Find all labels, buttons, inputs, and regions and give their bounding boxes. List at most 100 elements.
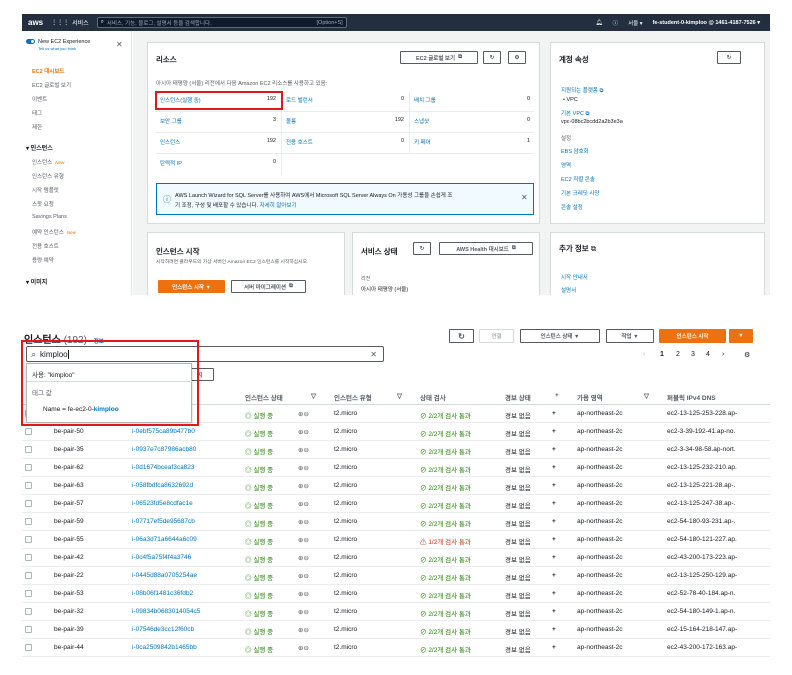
sidebar-item-dedicated-hosts[interactable]: 전용 호스트 — [32, 242, 59, 250]
sidebar-item-instance-types[interactable]: 인스턴스 유형 — [32, 172, 64, 180]
resource-name[interactable]: 탄력적 IP — [160, 159, 182, 167]
add-alarm-icon[interactable]: + — [552, 482, 556, 489]
aws-logo[interactable]: aws — [28, 18, 43, 27]
table-settings-icon[interactable]: ⚙ — [744, 351, 750, 359]
new-experience-toggle[interactable] — [26, 39, 35, 44]
ebs-encryption-link[interactable]: EBS 암호화 — [561, 147, 589, 155]
table-row[interactable]: be-pair-32 i-09834b0683014054c5 ◎ 실행 중 ⊕⊖ t2… — [22, 603, 770, 621]
add-alarm-icon[interactable]: + — [552, 644, 556, 651]
console-settings-link[interactable]: 콘솔 설정 — [561, 203, 583, 211]
col-alarm-status[interactable]: 경보 상태 — [505, 392, 531, 402]
zoom-icons[interactable]: ⊕⊖ — [298, 554, 309, 562]
pager-next-icon[interactable]: › — [722, 351, 724, 358]
sidebar-item-dashboard[interactable]: EC2 대시보드 — [32, 67, 64, 75]
pager-page-2[interactable]: 2 — [676, 351, 680, 358]
plus-icon[interactable]: + — [555, 392, 559, 399]
zoom-icons[interactable]: ⊕⊖ — [298, 410, 309, 418]
pager-page-3[interactable]: 3 — [691, 351, 695, 358]
table-row[interactable]: be-pair-35 i-0937e7c87986acb80 ◎ 실행 중 ⊕⊖ t2.… — [22, 441, 770, 459]
row-checkbox[interactable] — [25, 518, 32, 525]
row-checkbox[interactable] — [25, 482, 32, 489]
refresh-button[interactable]: ↻ — [483, 51, 501, 64]
zoom-icons[interactable]: ⊕⊖ — [298, 482, 309, 490]
sidebar-item-savings-plans[interactable]: Savings Plans — [32, 214, 67, 220]
add-alarm-icon[interactable]: + — [552, 536, 556, 543]
row-checkbox[interactable] — [25, 626, 32, 633]
instance-id-link[interactable]: i-0d1674bceaf3ca823 — [132, 464, 195, 471]
resource-name[interactable]: 키 페어 — [414, 138, 431, 146]
zones-link[interactable]: 영역 — [561, 161, 571, 169]
table-row[interactable]: be-pair-44 i-0ca2509842b1465bb ◎ 실행 중 ⊕⊖ t2.… — [22, 639, 770, 657]
sidebar-item-global-view[interactable]: EC2 글로벌 보기 — [32, 81, 71, 89]
zoom-icons[interactable]: ⊕⊖ — [298, 428, 309, 436]
sort-icon[interactable]: ▽ — [644, 392, 649, 400]
add-alarm-icon[interactable]: + — [552, 428, 556, 435]
zoom-icons[interactable]: ⊕⊖ — [298, 572, 309, 580]
serial-console-link[interactable]: EC2 직렬 콘솔 — [561, 175, 595, 183]
close-banner-icon[interactable]: ✕ — [521, 193, 528, 202]
resource-name[interactable]: 로드 밸런서 — [286, 96, 313, 104]
resource-dedicated-hosts[interactable]: 전용 호스트 0 — [282, 135, 408, 151]
zoom-icons[interactable]: ⊕⊖ — [298, 500, 309, 508]
zoom-icons[interactable]: ⊕⊖ — [298, 464, 309, 472]
table-row[interactable]: be-pair-62 i-0d1674bceaf3ca823 ◎ 실행 중 ⊕⊖ t2.… — [22, 459, 770, 477]
table-row[interactable]: be-pair-63 i-058fbdfca8632692d ◎ 실행 중 ⊕⊖ t2.… — [22, 477, 770, 495]
add-alarm-icon[interactable]: + — [552, 608, 556, 615]
row-checkbox[interactable] — [25, 590, 32, 597]
documentation-link[interactable]: 설명서 — [561, 286, 576, 294]
clear-search-icon[interactable]: ✕ — [370, 350, 377, 359]
instance-id-link[interactable]: i-06a3d71a6644a6c09 — [132, 536, 197, 543]
sort-icon[interactable]: ▽ — [311, 392, 316, 400]
instance-state-button[interactable]: 인스턴스 상태 ▼ — [520, 329, 600, 343]
launch-dropdown-button[interactable]: ▼ — [729, 329, 753, 343]
sidebar-section-images[interactable]: ▾ 이미지 — [26, 277, 47, 286]
instance-id-link[interactable]: i-07717ef5de95687cb — [132, 518, 195, 525]
col-status-check[interactable]: 상태 검사 — [420, 392, 446, 402]
sidebar-item-reserved-instances[interactable]: 예약 인스턴스 New — [32, 228, 76, 236]
instance-id-link[interactable]: i-058fbdfca8632692d — [132, 482, 193, 489]
resource-name[interactable]: 스냅샷 — [414, 117, 429, 125]
pager-page-4[interactable]: 4 — [706, 351, 710, 358]
resource-security-groups[interactable]: 보안 그룹 3 — [156, 114, 280, 130]
zoom-icons[interactable]: ⊕⊖ — [298, 518, 309, 526]
add-alarm-icon[interactable]: + — [552, 446, 556, 453]
col-availability-zone[interactable]: 가용 영역 — [577, 392, 603, 402]
sidebar-item-limits[interactable]: 제한 — [32, 123, 42, 131]
region-selector[interactable]: 서울 ▾ — [628, 19, 642, 27]
default-credit-link[interactable]: 기본 크레딧 사양 — [561, 189, 599, 197]
resource-load-balancers[interactable]: 로드 밸런서 0 — [282, 93, 408, 109]
launch-instance-button[interactable]: 인스턴스 시작 ▼ — [158, 280, 225, 293]
row-checkbox[interactable] — [25, 536, 32, 543]
resource-name[interactable]: 전용 호스트 — [286, 138, 313, 146]
table-row[interactable]: be-pair-53 i-08b06f1481c36fdb2 ◎ 실행 중 ⊕⊖ t2.… — [22, 585, 770, 603]
zoom-icons[interactable]: ⊕⊖ — [298, 536, 309, 544]
row-checkbox[interactable] — [25, 644, 32, 651]
instances-refresh-button[interactable]: ↻ — [449, 329, 474, 343]
table-row[interactable]: be-pair-59 i-07717ef5de95687cb ◎ 실행 중 ⊕⊖ t2.… — [22, 513, 770, 531]
sidebar-item-capacity-reservations[interactable]: 용량 예약 — [32, 256, 54, 264]
resource-snapshots[interactable]: 스냅샷 0 — [410, 114, 534, 130]
migrate-server-button[interactable]: 서버 마이그레이션 ⧉ — [231, 280, 306, 293]
zoom-icons[interactable]: ⊕⊖ — [298, 608, 309, 616]
row-checkbox[interactable] — [25, 572, 32, 579]
row-checkbox[interactable] — [25, 428, 32, 435]
actions-button[interactable]: 작업 ▼ — [606, 329, 654, 343]
sidebar-item-events[interactable]: 이벤트 — [32, 95, 47, 103]
sidebar-section-instances[interactable]: ▾ 인스턴스 — [26, 143, 53, 152]
feedback-link[interactable]: Tell us what you think — [38, 46, 76, 51]
add-alarm-icon[interactable]: + — [552, 500, 556, 507]
resource-instances[interactable]: 인스턴스 192 — [156, 135, 280, 151]
row-checkbox[interactable] — [25, 446, 32, 453]
col-instance-state[interactable]: 인스턴스 상태 — [245, 392, 283, 402]
account-refresh-button[interactable]: ↻ — [717, 51, 741, 64]
resource-placement-groups[interactable]: 배치 그룹 0 — [410, 93, 534, 109]
add-alarm-icon[interactable]: + — [552, 572, 556, 579]
instance-id-link[interactable]: i-0ca2509842b1465bb — [132, 644, 197, 651]
add-alarm-icon[interactable]: + — [552, 518, 556, 525]
zoom-icons[interactable]: ⊕⊖ — [298, 644, 309, 652]
getting-started-link[interactable]: 시작 안내서 — [561, 273, 588, 281]
zoom-icons[interactable]: ⊕⊖ — [298, 590, 309, 598]
global-search-input[interactable]: ⌕ 서비스, 기능, 블로그, 설명서 등을 검색합니다. [Option+S] — [96, 17, 347, 28]
connect-button[interactable]: 연결 — [479, 329, 514, 343]
sidebar-item-launch-templates[interactable]: 시작 템플릿 — [32, 186, 59, 194]
